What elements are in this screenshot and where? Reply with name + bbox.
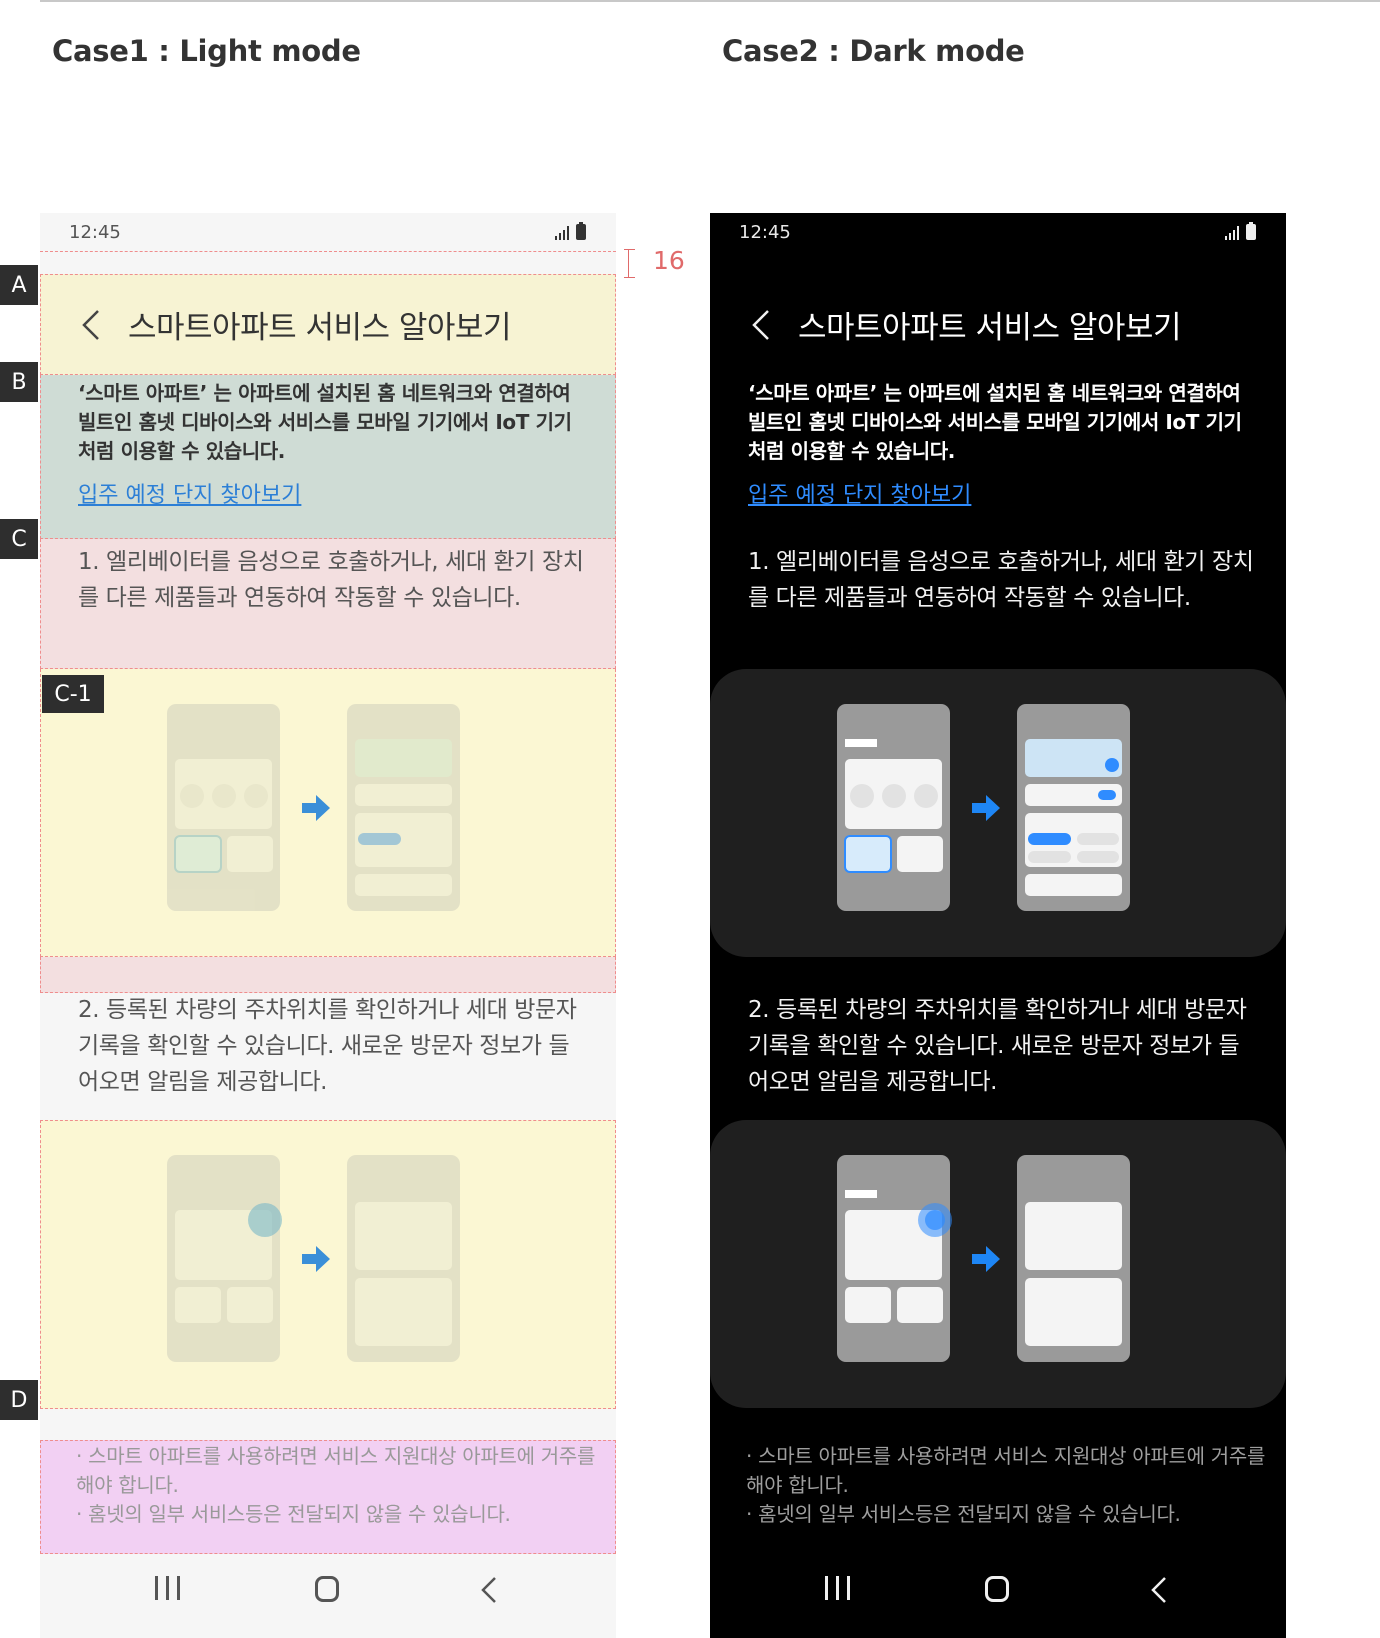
marker-a: A — [0, 265, 38, 305]
step-2-text: 2. 등록된 차량의 주차위치를 확인하거나 세대 방문자 기록을 확인할 수 … — [748, 997, 1247, 1095]
spacing-label: 16 — [653, 246, 685, 275]
illustration-elevator — [40, 669, 616, 957]
marker-c1: C-1 — [42, 675, 104, 713]
illustration-elevator-graphic — [837, 704, 1130, 911]
battery-icon — [1246, 222, 1256, 240]
arrow-right-icon — [972, 1246, 1000, 1272]
signal-icon — [555, 224, 569, 240]
notes: · 스마트 아파트를 사용하려면 서비스 지원대상 아파트에 거주를 해야 합니… — [746, 1442, 1266, 1529]
page-title: 스마트아파트 서비스 알아보기 — [798, 310, 1181, 346]
home-icon[interactable] — [985, 1576, 1009, 1602]
note-2: · 홈넷의 일부 서비스등은 전달되지 않을 수 있습니다. — [76, 1502, 511, 1526]
phone-light: 12:45 스마트아파트 서비스 알아보기 ‘스마트 아파트’ 는 아파트에 설… — [40, 213, 616, 1638]
status-time: 12:45 — [739, 222, 791, 243]
signal-icon — [1225, 224, 1239, 240]
marker-b: B — [0, 362, 38, 402]
illustration-elevator — [710, 669, 1286, 957]
step-1-text: 1. 엘리베이터를 음성으로 호출하거나, 세대 환기 장치를 다른 제품들과 … — [78, 549, 584, 611]
battery-icon — [576, 222, 586, 240]
back-nav-icon[interactable] — [1150, 1576, 1168, 1604]
intro-text: ‘스마트 아파트’ 는 아파트에 설치된 홈 네트워크와 연결하여 빌트인 홈넷… — [78, 381, 572, 463]
illustration-parking — [40, 1120, 616, 1408]
page-title: 스마트아파트 서비스 알아보기 — [128, 310, 511, 346]
status-bar: 12:45 — [710, 213, 1286, 251]
home-icon[interactable] — [315, 1576, 339, 1602]
intro-text: ‘스마트 아파트’ 는 아파트에 설치된 홈 네트워크와 연결하여 빌트인 홈넷… — [748, 381, 1242, 463]
find-complex-link[interactable]: 입주 예정 단지 찾아보기 — [748, 477, 971, 509]
case2-title: Case2 : Dark mode — [722, 34, 1025, 68]
note-2: · 홈넷의 일부 서비스등은 전달되지 않을 수 있습니다. — [746, 1502, 1181, 1526]
app-bar: 스마트아파트 서비스 알아보기 — [40, 274, 616, 375]
spacing-indicator — [624, 249, 638, 278]
note-1: · 스마트 아파트를 사용하려면 서비스 지원대상 아파트에 거주를 해야 합니… — [76, 1444, 596, 1497]
app-bar: 스마트아파트 서비스 알아보기 — [710, 274, 1286, 375]
status-bar: 12:45 — [40, 213, 616, 251]
phone-dark: 12:45 스마트아파트 서비스 알아보기 ‘스마트 아파트’ 는 아파트에 설… — [710, 213, 1286, 1638]
navigation-bar — [710, 1542, 1286, 1638]
status-time: 12:45 — [69, 222, 121, 243]
step-2-text: 2. 등록된 차량의 주차위치를 확인하거나 세대 방문자 기록을 확인할 수 … — [78, 997, 577, 1095]
find-complex-link[interactable]: 입주 예정 단지 찾아보기 — [78, 477, 301, 509]
illustration-parking — [710, 1120, 1286, 1408]
back-nav-icon[interactable] — [480, 1576, 498, 1604]
note-1: · 스마트 아파트를 사용하려면 서비스 지원대상 아파트에 거주를 해야 합니… — [746, 1444, 1266, 1497]
step-1-text: 1. 엘리베이터를 음성으로 호출하거나, 세대 환기 장치를 다른 제품들과 … — [748, 549, 1254, 611]
overlay-area-c-spacing — [40, 957, 616, 993]
marker-d: D — [0, 1380, 38, 1420]
guide-line — [40, 251, 616, 252]
illustration-elevator-graphic — [167, 704, 460, 911]
recents-icon[interactable] — [825, 1576, 850, 1600]
arrow-right-icon — [972, 795, 1000, 821]
navigation-bar — [40, 1542, 616, 1638]
top-divider — [40, 0, 1380, 2]
back-icon[interactable] — [750, 308, 772, 342]
back-icon[interactable] — [80, 308, 102, 342]
recents-icon[interactable] — [155, 1576, 180, 1600]
illustration-parking-graphic — [167, 1155, 460, 1362]
case1-title: Case1 : Light mode — [52, 34, 361, 68]
illustration-parking-graphic — [837, 1155, 1130, 1362]
notes: · 스마트 아파트를 사용하려면 서비스 지원대상 아파트에 거주를 해야 합니… — [76, 1442, 596, 1529]
marker-c: C — [0, 519, 38, 559]
